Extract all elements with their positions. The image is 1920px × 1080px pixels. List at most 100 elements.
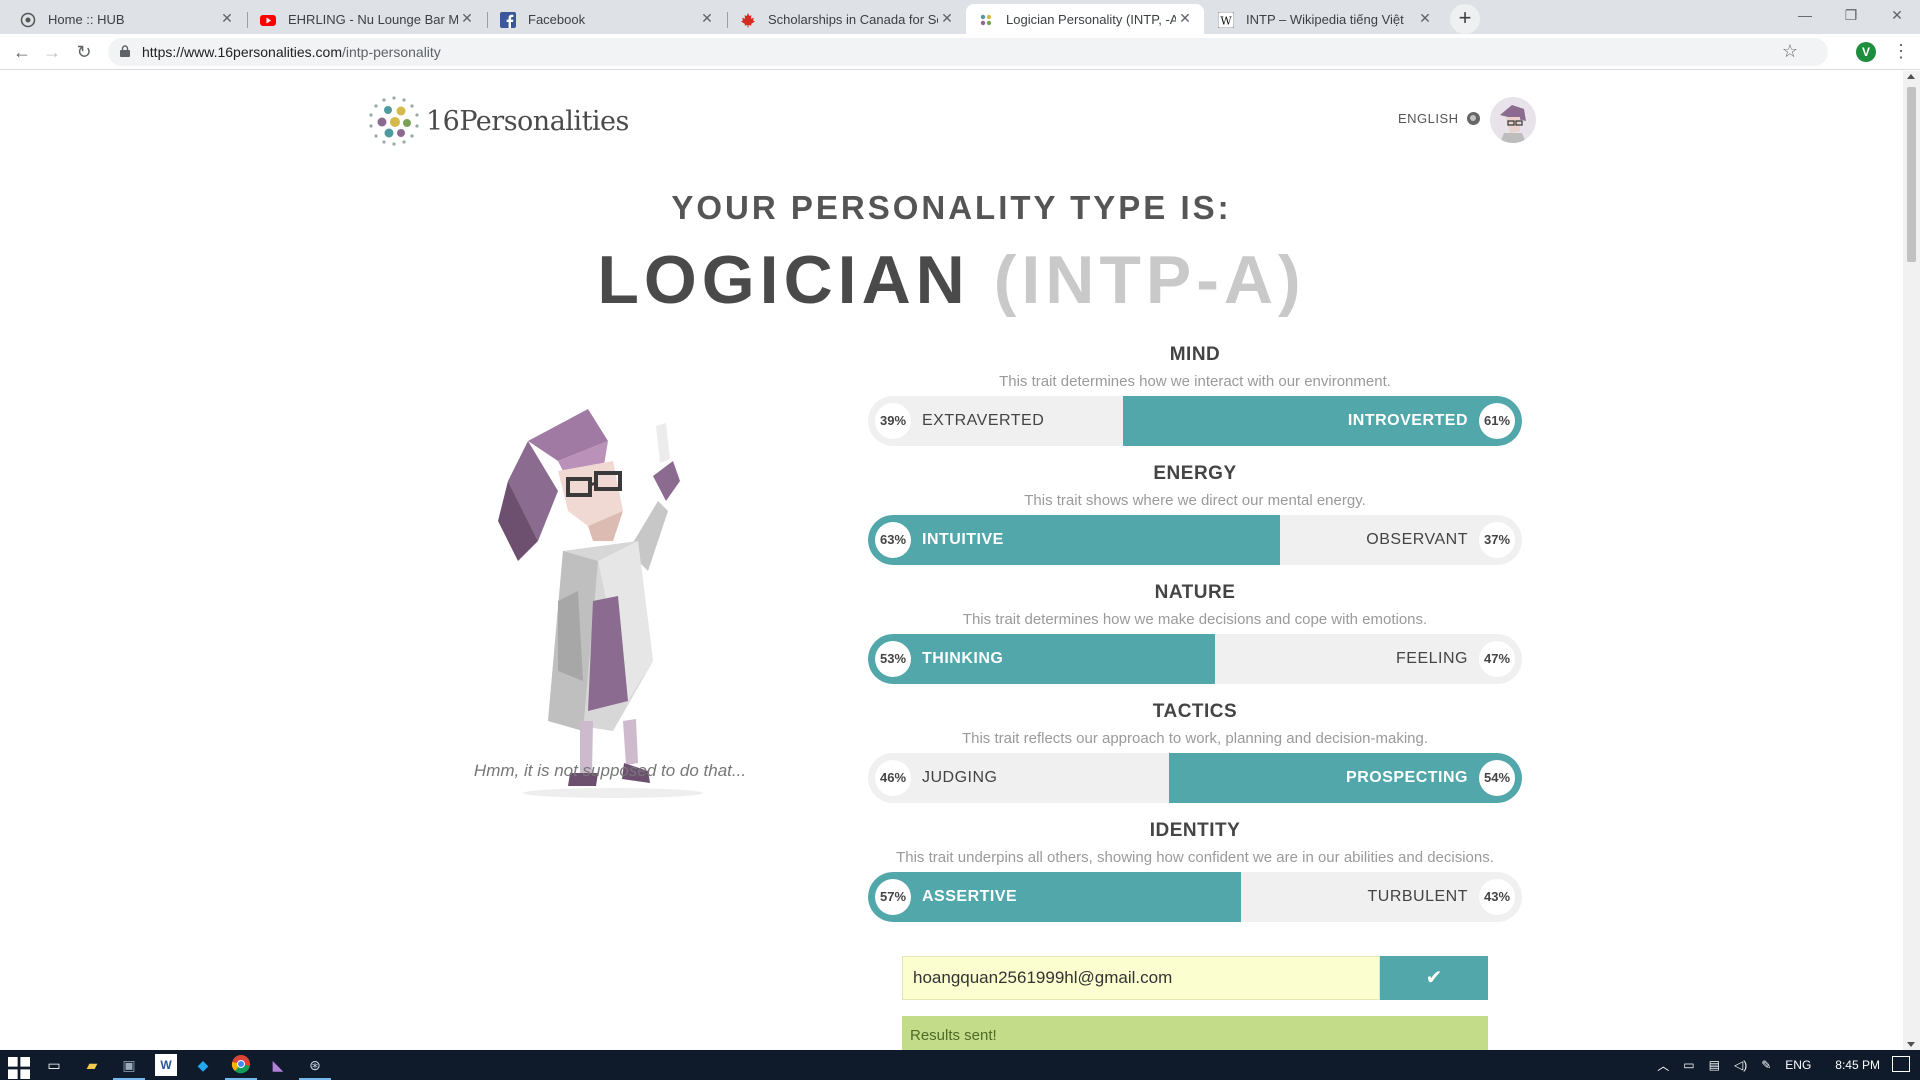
forward-button[interactable]: → [40, 40, 64, 64]
right-percent: 61% [1479, 403, 1515, 439]
lock-icon [120, 45, 130, 57]
checkmark-icon: ✔ [1425, 967, 1443, 989]
browser-tab[interactable]: Facebook ✕ [488, 4, 726, 34]
chevron-up-icon[interactable]: ︿ [1657, 1057, 1669, 1074]
trait-bar[interactable]: 57% ASSERTIVE TURBULENT 43% [868, 872, 1522, 922]
browser-tab[interactable]: Scholarships in Canada for South ✕ [728, 4, 966, 34]
trait-bar[interactable]: 63% INTUITIVE OBSERVANT 37% [868, 515, 1522, 565]
windows-start-icon[interactable] [8, 1057, 30, 1079]
visual-studio-icon[interactable]: ◣ [267, 1054, 289, 1076]
trait-bar[interactable]: 46% JUDGING PROSPECTING 54% [868, 753, 1522, 803]
trait-description: This trait shows where we direct our men… [1024, 492, 1366, 509]
logo-text: 16Personalities [426, 105, 629, 137]
close-icon[interactable]: ✕ [1176, 9, 1194, 27]
result-subtitle: YOUR PERSONALITY TYPE IS: [671, 189, 1232, 226]
minimize-button[interactable]: — [1782, 4, 1828, 28]
facebook-icon [500, 12, 516, 28]
trait-name: MIND [1169, 344, 1221, 365]
logician-illustration [498, 409, 703, 798]
wikipedia-icon: W [1218, 12, 1234, 28]
new-tab-button[interactable]: + [1450, 4, 1480, 34]
right-label: TURBULENT [1367, 888, 1468, 905]
right-label: INTROVERTED [1347, 412, 1468, 429]
left-percent: 39% [875, 403, 911, 439]
close-window-button[interactable]: ✕ [1874, 4, 1920, 28]
trait-bar[interactable]: 39% EXTRAVERTED INTROVERTED 61% [868, 396, 1522, 446]
left-label: JUDGING [922, 769, 998, 786]
address-bar[interactable]: https://www.16personalities.com/intp-per… [108, 38, 1828, 66]
url-text: https://www.16personalities.com/intp-per… [142, 44, 441, 60]
svg-text:W: W [1220, 15, 1232, 28]
left-label: INTUITIVE [922, 531, 1004, 548]
close-icon[interactable]: ✕ [458, 9, 476, 27]
trait-name: IDENTITY [1149, 820, 1241, 841]
tab-title: INTP – Wikipedia tiếng Việt [1246, 11, 1404, 27]
vscode-icon[interactable]: ◆ [192, 1054, 214, 1076]
file-explorer-icon[interactable]: ▰ [81, 1054, 103, 1076]
word-icon[interactable]: W [155, 1054, 177, 1076]
notification-icon[interactable] [1892, 1056, 1910, 1072]
steam-icon[interactable]: ⊛ [299, 1054, 331, 1080]
youtube-icon [260, 15, 276, 26]
browser-tab[interactable]: EHRLING - Nu Lounge Bar Music ✕ [248, 4, 486, 34]
site-logo[interactable]: 16Personalities [368, 93, 629, 149]
volume-icon[interactable]: ◁) [1734, 1058, 1747, 1072]
trait-bar-fill [868, 634, 1215, 684]
right-percent: 37% [1479, 522, 1515, 558]
language-label: ENGLISH [1398, 111, 1459, 126]
page-content: 16Personalities ENGLISH YOUR PERSONALITY… [0, 71, 1903, 1050]
avatar-icon [1500, 105, 1526, 143]
scroll-down-arrow[interactable] [1907, 1042, 1915, 1047]
close-icon[interactable]: ✕ [218, 9, 236, 27]
back-button[interactable]: ← [10, 40, 34, 64]
bookmark-star-icon[interactable]: ☆ [1782, 41, 1798, 62]
chrome-icon[interactable] [225, 1054, 257, 1080]
right-label: PROSPECTING [1346, 769, 1468, 786]
close-icon[interactable]: ✕ [1416, 9, 1434, 27]
user-avatar[interactable] [1490, 97, 1536, 143]
url-path: /intp-personality [341, 44, 441, 60]
browser-tab-active[interactable]: Logician Personality (INTP, -A/-T) ✕ [966, 4, 1204, 34]
scroll-thumb[interactable] [1907, 87, 1916, 262]
left-percent: 46% [875, 760, 911, 796]
trait-name: TACTICS [1152, 701, 1238, 722]
type-name: LOGICIAN [597, 242, 970, 318]
reload-button[interactable]: ↻ [72, 40, 96, 64]
app-icon[interactable]: ▣ [113, 1054, 145, 1080]
input-language[interactable]: ENG [1785, 1058, 1811, 1072]
left-percent: 63% [875, 522, 911, 558]
trait-name: NATURE [1154, 582, 1236, 603]
globe-icon [1466, 112, 1480, 125]
task-view-icon[interactable]: ▭ [43, 1054, 65, 1076]
page-scrollbar[interactable] [1903, 71, 1920, 1050]
battery-icon[interactable]: ▭ [1683, 1058, 1694, 1072]
pen-icon[interactable]: ✎ [1761, 1058, 1771, 1072]
close-icon[interactable]: ✕ [698, 9, 716, 27]
network-icon[interactable]: ▤ [1709, 1058, 1720, 1072]
browser-tab-bar: Home :: HUB ✕ EHRLING - Nu Lounge Bar Mu… [0, 0, 1920, 34]
logo-icon [369, 96, 419, 146]
trait-name: ENERGY [1153, 463, 1237, 484]
clock[interactable]: 8:45 PM [1825, 1058, 1880, 1072]
browser-menu-icon[interactable]: ⋮ [1892, 40, 1910, 64]
trait-bar[interactable]: 53% THINKING FEELING 47% [868, 634, 1522, 684]
maximize-button[interactable]: ❐ [1828, 4, 1874, 28]
left-label: THINKING [922, 650, 1004, 667]
results-sent-banner: Results sent! [902, 1016, 1488, 1050]
browser-tab[interactable]: Home :: HUB ✕ [8, 4, 246, 34]
trait-description: This trait underpins all others, showing… [896, 849, 1494, 866]
email-field[interactable]: hoangquan2561999hl@gmail.com [902, 956, 1380, 1000]
system-tray: ︿ ▭ ▤ ◁) ✎ ENG 8:45 PM [1657, 1050, 1880, 1080]
tab-title: Scholarships in Canada for South [768, 11, 938, 27]
browser-tab[interactable]: W INTP – Wikipedia tiếng Việt ✕ [1206, 4, 1444, 34]
profile-avatar[interactable]: V [1856, 42, 1876, 62]
right-label: FEELING [1396, 650, 1468, 667]
type-code: (INTP-A) [993, 242, 1306, 318]
email-submit-button[interactable]: ✔ [1380, 956, 1488, 1000]
browser-toolbar: ← → ↻ https://www.16personalities.com/in… [0, 34, 1920, 70]
language-selector[interactable]: ENGLISH [1398, 111, 1480, 126]
scroll-up-arrow[interactable] [1907, 74, 1915, 79]
tab-title: EHRLING - Nu Lounge Bar Music [288, 11, 458, 27]
close-icon[interactable]: ✕ [938, 9, 956, 27]
url-host: https://www.16personalities.com [142, 44, 342, 60]
